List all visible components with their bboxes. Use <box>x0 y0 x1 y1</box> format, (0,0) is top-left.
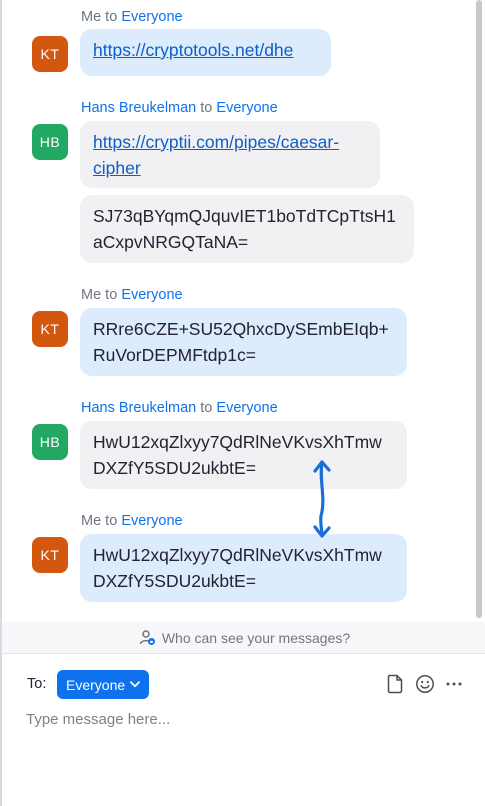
sender-line: Me to Everyone <box>81 9 183 25</box>
message-bubble[interactable]: RRre6CZE+SU52QhxcDySEmbEIqb+ RuVorDEPMFtd… <box>80 308 407 376</box>
to-connector: to <box>101 513 122 529</box>
emoji-button[interactable] <box>414 673 436 695</box>
file-button[interactable] <box>384 673 406 695</box>
scrollbar[interactable] <box>476 0 482 618</box>
message-text-line: RRre6CZE+SU52QhxcDySEmbEIqb+ <box>93 319 389 339</box>
recipient-dropdown[interactable]: Everyone <box>57 670 150 699</box>
sender-name[interactable]: Hans Breukelman <box>81 400 196 416</box>
to-connector: to <box>101 9 122 25</box>
chevron-down-icon <box>130 681 141 688</box>
message-link[interactable]: https://cryptotools.net/dhe <box>93 40 293 60</box>
person-privacy-icon <box>139 630 155 645</box>
message-text-line: SJ73qBYqmQJquvIET1boTdTCpTtsH1 <box>93 206 396 226</box>
recipient-link[interactable]: Everyone <box>121 513 182 529</box>
sender-line: Hans Breukelman to Everyone <box>81 400 278 416</box>
link-line: https://cryptii.com/pipes/caesar- <box>93 132 340 152</box>
message-text-line: HwU12xqZlxyy7QdRlNeVKvsXhTmw <box>93 545 382 565</box>
avatar-initials: KT <box>40 321 60 337</box>
to-label: To: <box>27 676 47 692</box>
message-input[interactable] <box>26 707 466 731</box>
message-text-line: HwU12xqZlxyy7QdRlNeVKvsXhTmw <box>93 432 382 452</box>
sender-name[interactable]: Hans Breukelman <box>81 100 196 116</box>
file-icon <box>387 674 403 694</box>
chat-panel: Me to Everyone KT https://cryptotools.ne… <box>0 0 485 806</box>
message-bubble[interactable]: https://cryptii.com/pipes/caesar-cipher <box>80 121 380 188</box>
sender-name: Me <box>81 513 102 529</box>
avatar[interactable]: HB <box>32 124 68 160</box>
recipient-link[interactable]: Everyone <box>216 400 277 416</box>
message-bubble[interactable]: SJ73qBYqmQJquvIET1boTdTCpTtsH1 aCxpvNRGQT… <box>80 195 414 263</box>
more-button[interactable] <box>443 673 465 695</box>
to-connector: to <box>196 100 217 116</box>
recipient-link[interactable]: Everyone <box>121 287 182 303</box>
avatar-initials: KT <box>40 547 60 563</box>
sender-name: Me <box>81 287 102 303</box>
sender-name: Me <box>81 9 102 25</box>
double-arrow-annotation <box>313 460 331 538</box>
recipient-selected: Everyone <box>66 676 126 693</box>
message-bubble[interactable]: HwU12xqZlxyy7QdRlNeVKvsXhTmw DXZfY5SDU2uk… <box>80 534 407 602</box>
avatar-initials: HB <box>39 134 61 150</box>
emoji-icon <box>416 675 434 693</box>
visibility-notice-text: Who can see your messages? <box>161 629 351 646</box>
to-connector: to <box>101 287 122 303</box>
message-composer: To: Everyone <box>2 655 485 806</box>
message-bubble[interactable]: https://cryptotools.net/dhe <box>80 29 331 76</box>
avatar[interactable]: KT <box>32 36 68 72</box>
more-icon <box>446 682 462 686</box>
to-connector: to <box>196 400 217 416</box>
sender-line: Hans Breukelman to Everyone <box>81 100 278 116</box>
link-line: cipher <box>93 158 141 178</box>
avatar[interactable]: HB <box>32 424 68 460</box>
message-text-line: DXZfY5SDU2ukbtE= <box>93 458 256 478</box>
visibility-notice[interactable]: Who can see your messages? <box>2 622 485 654</box>
avatar-initials: HB <box>39 434 61 450</box>
avatar[interactable]: KT <box>32 537 68 573</box>
message-text-line: DXZfY5SDU2ukbtE= <box>93 571 256 591</box>
message-text-line: aCxpvNRGQTaNA= <box>93 232 249 252</box>
recipient-link[interactable]: Everyone <box>121 9 182 25</box>
sender-line: Me to Everyone <box>81 513 183 529</box>
avatar[interactable]: KT <box>32 311 68 347</box>
message-bubble[interactable]: HwU12xqZlxyy7QdRlNeVKvsXhTmw DXZfY5SDU2uk… <box>80 421 407 489</box>
message-link[interactable]: https://cryptii.com/pipes/caesar-cipher <box>93 132 339 178</box>
avatar-initials: KT <box>40 46 60 62</box>
sender-line: Me to Everyone <box>81 287 183 303</box>
message-text-line: RuVorDEPMFtdp1c= <box>93 345 256 365</box>
recipient-link[interactable]: Everyone <box>216 100 277 116</box>
message-list[interactable]: Me to Everyone KT https://cryptotools.ne… <box>2 0 473 622</box>
